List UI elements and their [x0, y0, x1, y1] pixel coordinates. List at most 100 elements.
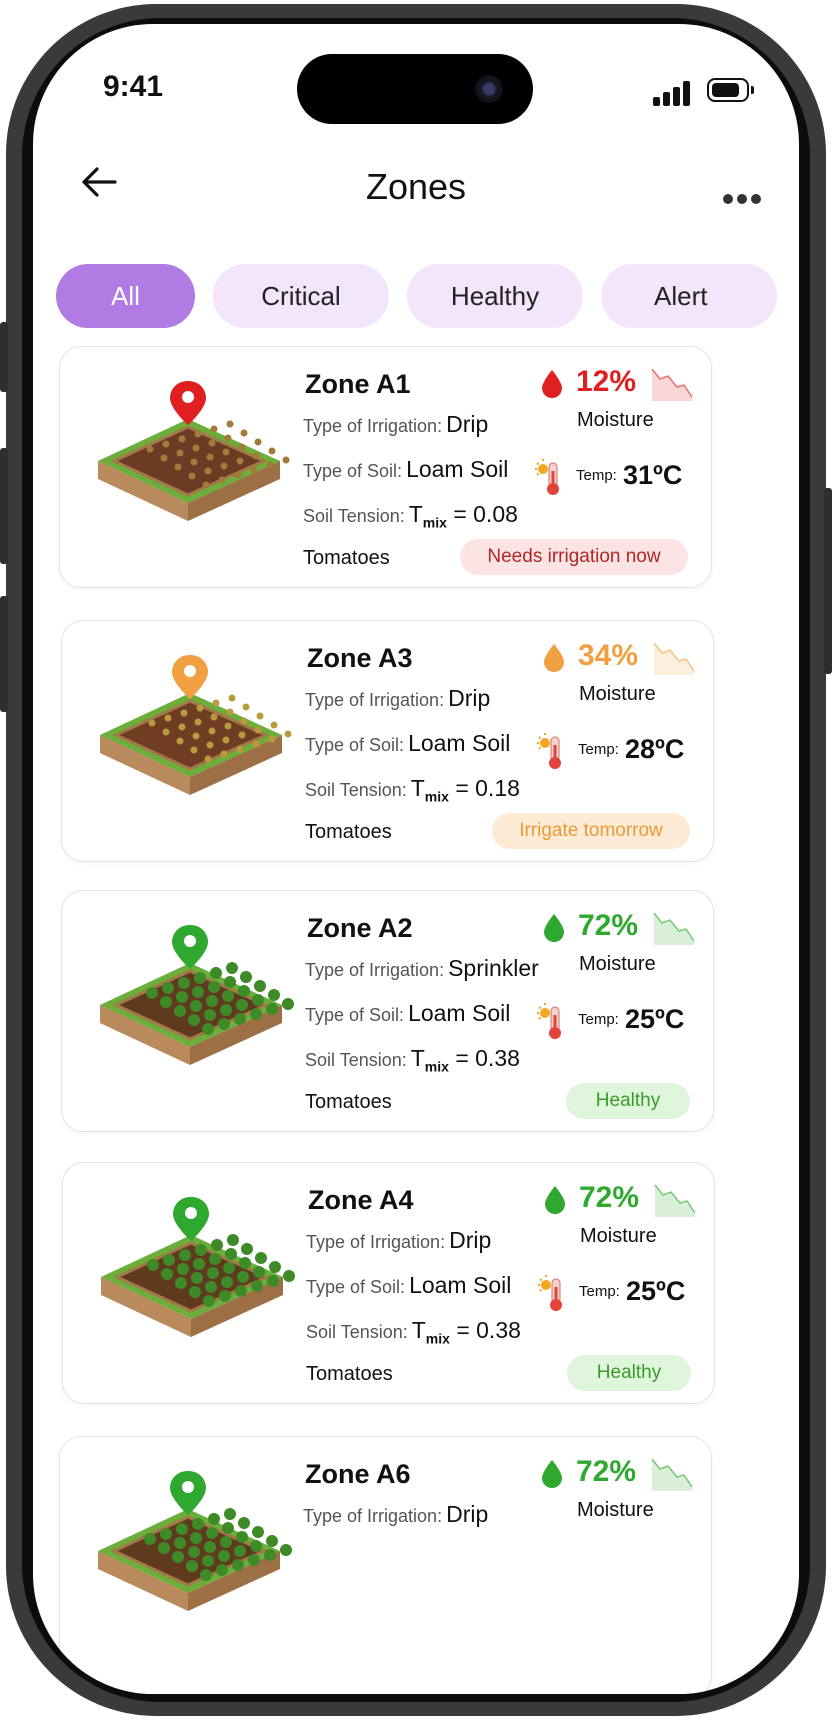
soil-row: Type of Soil: Loam Soil — [303, 456, 508, 483]
zone-name: Zone A3 — [307, 643, 413, 673]
filter-critical[interactable]: Critical — [213, 264, 389, 328]
irrigation-label: Type of Irrigation: — [305, 960, 445, 980]
irrigation-row: Type of Irrigation: Drip — [303, 1501, 488, 1528]
soil-label: Type of Soil: — [305, 735, 405, 755]
moisture-drop-icon — [544, 914, 564, 942]
more-options-icon[interactable] — [723, 194, 763, 208]
moisture-drop-icon — [545, 1186, 565, 1214]
green-map-pin-icon — [101, 1197, 295, 1337]
battery-icon — [707, 78, 754, 102]
screen: 9:41 Zones All Critical Healthy Alert Zo… — [33, 24, 799, 1694]
temp-value: 25ºC — [625, 1004, 685, 1034]
crop-name: Tomatoes — [306, 1363, 393, 1385]
temp-value: 31ºC — [623, 460, 683, 490]
moisture-label: Moisture — [577, 1499, 654, 1521]
moisture-trend-sparkline — [653, 912, 695, 945]
moisture-percent: 72% — [579, 1181, 640, 1214]
zone-card[interactable]: Zone A4 Type of Irrigation: Drip 72% Mois… — [62, 1162, 715, 1404]
soil-tension-value: = 0.08 — [453, 501, 518, 527]
irrigation-value: Drip — [446, 411, 489, 437]
moisture-label: Moisture — [577, 409, 654, 431]
moisture-drop-icon — [542, 370, 562, 398]
irrigation-value: Sprinkler — [448, 955, 539, 981]
soil-tension-label: Soil Tension: — [305, 1050, 407, 1070]
soil-tension-row: Soil Tension: Tmix = 0.18 — [305, 775, 520, 805]
irrigation-row: Type of Irrigation: Drip — [305, 685, 490, 712]
filter-healthy[interactable]: Healthy — [407, 264, 583, 328]
tmix-subscript: mix — [424, 1058, 449, 1075]
irrigation-label: Type of Irrigation: — [303, 416, 443, 436]
soil-label: Type of Soil: — [306, 1277, 406, 1297]
moisture-drop-icon — [542, 1460, 562, 1488]
soil-tension-value: = 0.38 — [455, 1045, 520, 1071]
tmix-symbol: T — [408, 501, 423, 527]
zone-name: Zone A2 — [307, 913, 413, 943]
status-badge: Healthy — [566, 1083, 690, 1119]
crop-name: Tomatoes — [305, 821, 392, 843]
soil-row: Type of Soil: Loam Soil — [306, 1272, 511, 1299]
crop-name: Tomatoes — [305, 1091, 392, 1113]
tmix-subscript: mix — [425, 1330, 450, 1347]
soil-row: Type of Soil: Loam Soil — [305, 730, 510, 757]
filter-all[interactable]: All — [56, 264, 195, 328]
moisture-trend-sparkline — [651, 368, 693, 401]
page-title: Zones — [365, 166, 467, 207]
soil-value: Loam Soil — [406, 456, 509, 482]
soil-tension-value: = 0.18 — [455, 775, 520, 801]
status-badge: Healthy — [567, 1355, 691, 1391]
soil-value: Loam Soil — [408, 730, 511, 756]
moisture-percent: 34% — [578, 639, 639, 672]
zone-card[interactable]: Zone A1 Type of Irrigation: Drip 12% Mois… — [59, 346, 712, 588]
soil-tension-row: Soil Tension: Tmix = 0.38 — [306, 1317, 521, 1347]
filter-alert[interactable]: Alert — [601, 264, 777, 328]
soil-label: Type of Soil: — [305, 1005, 405, 1025]
action-button — [0, 322, 8, 392]
moisture-drop-icon — [544, 644, 564, 672]
irrigation-row: Type of Irrigation: Sprinkler — [305, 955, 539, 982]
dynamic-island — [297, 54, 533, 124]
irrigation-value: Drip — [449, 1227, 492, 1253]
irrigation-row: Type of Irrigation: Drip — [303, 411, 488, 438]
thermometer-sun-icon — [535, 459, 559, 495]
soil-tension-row: Soil Tension: Tmix = 0.08 — [303, 501, 518, 531]
volume-down-button — [0, 596, 8, 712]
zone-name: Zone A1 — [305, 369, 411, 399]
temp-label: Temp: — [578, 1011, 619, 1028]
thermometer-sun-icon — [537, 1003, 561, 1039]
status-badge: Irrigate tomorrow — [492, 813, 690, 849]
moisture-label: Moisture — [579, 683, 656, 705]
soil-value: Loam Soil — [409, 1272, 512, 1298]
zone-card[interactable]: Zone A6 Type of Irrigation: Drip 72% Mois… — [59, 1436, 712, 1694]
irrigation-value: Drip — [446, 1501, 489, 1527]
green-map-pin-icon — [100, 925, 294, 1065]
temp-label: Temp: — [579, 1283, 620, 1300]
moisture-label: Moisture — [579, 953, 656, 975]
zone-name: Zone A4 — [308, 1185, 414, 1215]
cellular-signal-icon — [653, 80, 693, 106]
moisture-trend-sparkline — [653, 642, 695, 675]
tmix-subscript: mix — [424, 788, 449, 805]
tmix-symbol: T — [410, 1045, 425, 1071]
moisture-percent: 72% — [578, 909, 639, 942]
moisture-percent: 12% — [576, 365, 637, 398]
camera-icon — [475, 75, 503, 103]
red-map-pin-icon — [98, 381, 290, 521]
soil-value: Loam Soil — [408, 1000, 511, 1026]
soil-tension-label: Soil Tension: — [303, 506, 405, 526]
volume-up-button — [0, 448, 8, 564]
irrigation-label: Type of Irrigation: — [305, 690, 445, 710]
orange-map-pin-icon — [100, 655, 292, 795]
zone-card[interactable]: Zone A2 Type of Irrigation: Sprinkler 72%… — [61, 890, 714, 1132]
moisture-label: Moisture — [580, 1225, 657, 1247]
soil-label: Type of Soil: — [303, 461, 403, 481]
tmix-subscript: mix — [422, 514, 447, 531]
moisture-trend-sparkline — [651, 1458, 693, 1491]
irrigation-row: Type of Irrigation: Drip — [306, 1227, 491, 1254]
power-button — [824, 488, 832, 674]
soil-tension-row: Soil Tension: Tmix = 0.38 — [305, 1045, 520, 1075]
temp-label: Temp: — [578, 741, 619, 758]
crop-name: Tomatoes — [303, 547, 390, 569]
thermometer-sun-icon — [538, 1275, 562, 1311]
temp-value: 25ºC — [626, 1276, 686, 1306]
zone-card[interactable]: Zone A3 Type of Irrigation: Drip 34% Mois… — [61, 620, 714, 862]
